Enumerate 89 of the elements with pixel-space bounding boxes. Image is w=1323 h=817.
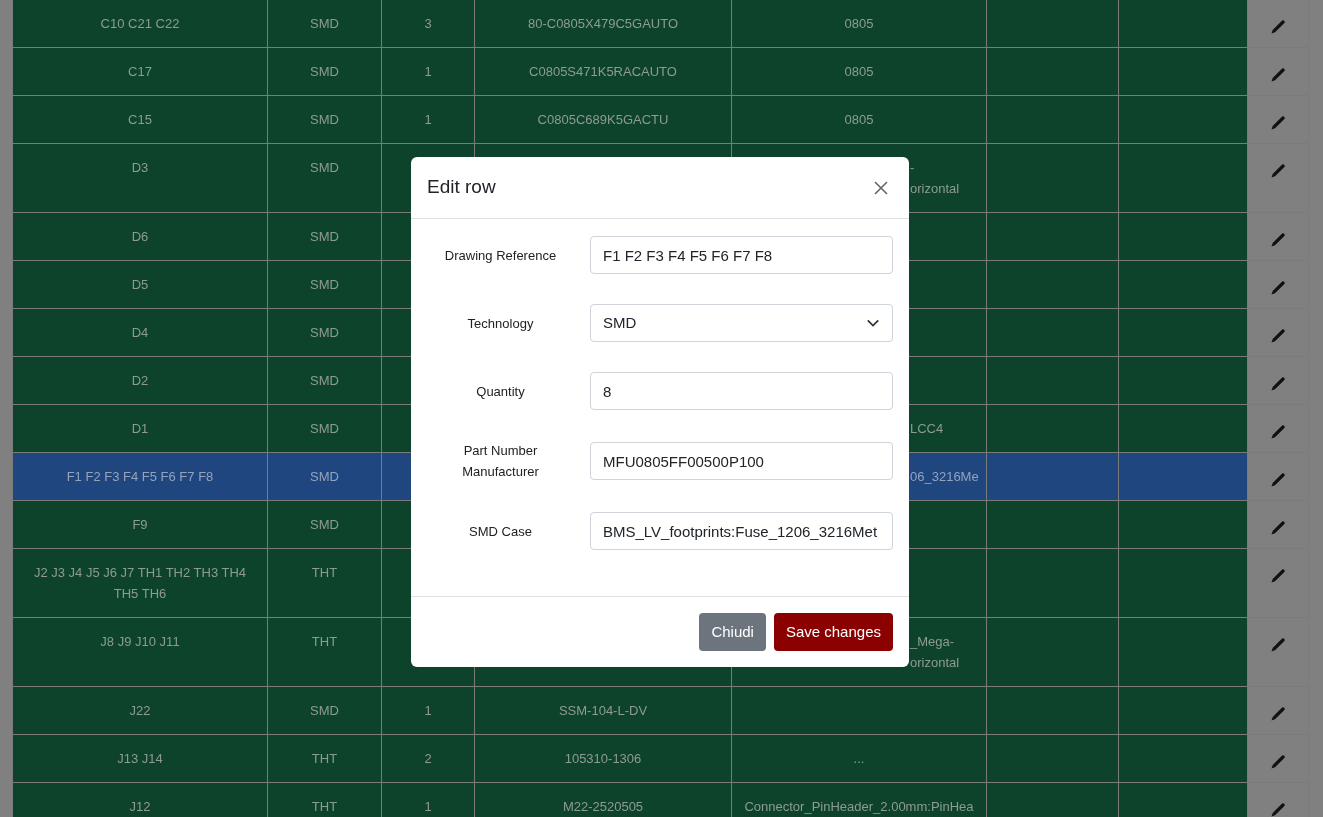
field-label: Drawing Reference	[444, 247, 557, 263]
table-cell: D3	[131, 160, 149, 175]
pencil-icon	[1270, 753, 1286, 770]
pencil-icon	[1270, 567, 1286, 584]
table-cell: 1	[424, 112, 432, 127]
table-cell: SMD	[310, 64, 339, 79]
pencil-icon	[1270, 705, 1286, 722]
pencil-icon	[1270, 231, 1286, 248]
table-cell: THT	[311, 565, 338, 580]
input-field[interactable]: 8	[590, 372, 893, 410]
table-cell: M22-2520505	[562, 799, 644, 814]
input-field[interactable]: BMS_LV_footprints:Fuse_1206_3216Met	[590, 512, 893, 550]
technology-select[interactable]: SMD	[590, 304, 893, 342]
table-cell-text: 06_3216Me	[910, 468, 979, 486]
pencil-icon	[1270, 279, 1286, 296]
pencil-icon	[1270, 801, 1286, 817]
table-cell: C10 C21 C22	[100, 16, 180, 31]
table-cell: D2	[131, 373, 149, 388]
field-label: Quantity	[476, 383, 525, 399]
table-cell: J22	[129, 703, 151, 718]
close-icon	[873, 179, 889, 196]
pencil-icon	[1270, 519, 1286, 536]
table-cell: C15	[128, 112, 152, 127]
table-cell: 3	[424, 16, 432, 31]
table-cell: J8 J9 J10 J11	[100, 634, 180, 649]
table-cell: F9	[132, 517, 148, 532]
table-row[interactable]: C17 SMD 1 C0805S471K5RACAUTO 0805	[12, 47, 1309, 96]
pencil-icon	[1270, 162, 1286, 179]
table-cell: C0805S471K5RACAUTO	[529, 64, 677, 79]
table-cell: SMD	[310, 373, 339, 388]
table-cell: SMD	[310, 421, 339, 436]
table-cell: THT	[311, 634, 338, 649]
close-dialog-button[interactable]: Chiudi	[699, 613, 766, 651]
input-field[interactable]: MFU0805FF00500P100	[590, 442, 893, 480]
table-cell: 105310-1306	[564, 751, 642, 766]
field-label: Part Number Manufacturer	[462, 443, 539, 479]
input-field[interactable]: F1 F2 F3 F4 F5 F6 F7 F8	[590, 236, 893, 274]
table-cell-text: 0805	[844, 63, 874, 81]
table-row[interactable]: J13 J14 THT 2 105310-1306 ...	[12, 734, 1309, 783]
table-cell-text: ...	[853, 750, 865, 768]
table-cell: 80-C0805X479C5GAUTO	[527, 16, 679, 31]
table-cell: D5	[131, 277, 149, 292]
pencil-icon	[1270, 471, 1286, 488]
table-cell: 1	[424, 64, 432, 79]
table-cell: THT	[311, 799, 338, 814]
table-cell: J2 J3 J4 J5 J6 J7 TH1 TH2 TH3 TH4 TH5 TH6	[33, 565, 247, 601]
table-cell: D4	[131, 325, 149, 340]
pencil-icon	[1270, 114, 1286, 131]
table-cell: 1	[424, 799, 432, 814]
pencil-icon	[1270, 18, 1286, 35]
table-row[interactable]: C15 SMD 1 C0805C689K5GACTU 0805	[12, 95, 1309, 144]
pencil-icon	[1270, 327, 1286, 344]
table-cell: THT	[311, 751, 338, 766]
table-cell: C0805C689K5GACTU	[537, 112, 669, 127]
table-cell: J12	[129, 799, 151, 814]
table-cell: SMD	[310, 160, 339, 175]
table-cell: SMD	[310, 112, 339, 127]
table-cell: SMD	[310, 325, 339, 340]
table-cell: SMD	[310, 277, 339, 292]
table-cell: C17	[128, 64, 152, 79]
table-row[interactable]: J12 THT 1 M22-2520505 Connector_PinHeader_2.00mm:PinHea	[12, 782, 1309, 817]
pencil-icon	[1270, 375, 1286, 392]
field-label: Technology	[467, 315, 534, 331]
dialog-title: Edit row	[427, 175, 496, 200]
table-cell: SMD	[310, 229, 339, 244]
table-cell-text: 0805	[844, 15, 874, 33]
table-cell: SMD	[310, 16, 339, 31]
table-cell: SSM-104-L-DV	[558, 703, 648, 718]
field-label: SMD Case	[469, 523, 532, 539]
table-cell: SMD	[310, 469, 339, 484]
pencil-icon	[1270, 423, 1286, 440]
table-cell: SMD	[310, 517, 339, 532]
table-cell-text: _Mega- orizontal	[910, 633, 960, 672]
pencil-icon	[1270, 66, 1286, 83]
table-cell-text: 0805	[844, 111, 874, 129]
table-cell: J13 J14	[117, 751, 163, 766]
table-cell: D1	[131, 421, 149, 436]
save-button[interactable]: Save changes	[773, 613, 893, 651]
table-row[interactable]: J22 SMD 1 SSM-104-L-DV	[12, 686, 1309, 735]
table-row[interactable]: C10 C21 C22 SMD 3 80-C0805X479C5GAUTO 0805	[12, 0, 1309, 48]
table-cell: 1	[424, 703, 432, 718]
pencil-icon	[1270, 636, 1286, 653]
table-cell-text: Connector_PinHeader_2.00mm:PinHea	[744, 798, 974, 816]
table-cell: 2	[424, 751, 432, 766]
table-cell: F1 F2 F3 F4 F5 F6 F7 F8	[66, 469, 214, 484]
table-cell: SMD	[310, 703, 339, 718]
table-cell: D6	[131, 229, 149, 244]
table-cell-text: - orizontal	[910, 159, 960, 198]
table-cell-text: LCC4	[910, 420, 944, 438]
